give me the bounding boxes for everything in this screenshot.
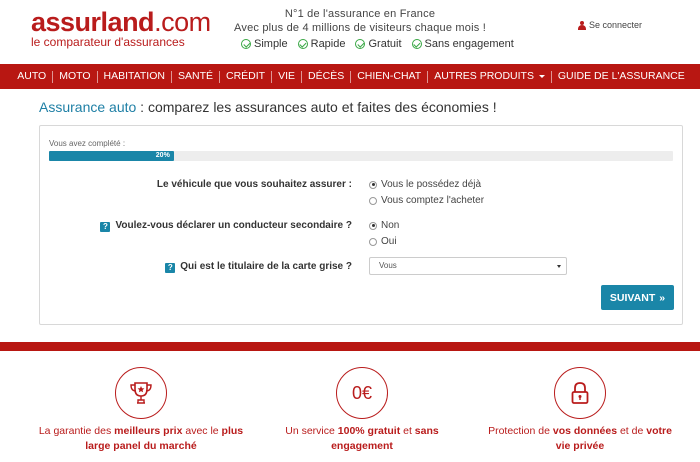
benefits-list: Simple Rapide Gratuit Sans engagement xyxy=(241,38,514,50)
zero-euro-icon: 0€ xyxy=(336,367,388,419)
question-secondary-driver: ? Voulez-vous déclarer un conducteur seco… xyxy=(80,220,352,232)
radio-option-possede[interactable]: Vous le possédez déjà xyxy=(369,179,481,190)
caret-down-icon xyxy=(538,74,545,78)
progress-label: Vous avez complété : xyxy=(49,139,126,148)
site-logo[interactable]: assurland.com le comparateur d'assurance… xyxy=(31,7,211,49)
nav-item-deces[interactable]: DÉCÈS xyxy=(302,64,350,89)
feature-best-price: La garantie des meilleurs prix avec le p… xyxy=(32,367,250,454)
radio-button-checked[interactable] xyxy=(369,180,377,189)
logo-tagline: le comparateur d'assurances xyxy=(31,35,185,49)
feature-privacy: Protection de vos données et de votre vi… xyxy=(482,367,678,454)
feature-best-price-text: La garantie des meilleurs prix avec le p… xyxy=(38,425,244,452)
progress-percent: 20% xyxy=(155,152,170,159)
progress-fill: 20% xyxy=(49,151,174,161)
trophy-icon xyxy=(115,367,167,419)
header-info: N°1 de l'assurance en France Avec plus d… xyxy=(230,7,490,35)
progress-bar: 20% xyxy=(49,151,673,161)
nav-item-guide[interactable]: GUIDE DE L'ASSURANCE xyxy=(552,64,691,89)
caret-down-icon xyxy=(557,265,561,268)
lock-icon xyxy=(554,367,606,419)
radio-button[interactable] xyxy=(369,237,377,246)
nav-item-autres-produits[interactable]: AUTRES PRODUITS xyxy=(428,64,551,89)
benefit-rapide: Rapide xyxy=(297,38,345,50)
titulaire-select[interactable]: Vous xyxy=(369,257,567,275)
site-header: assurland.com le comparateur d'assurance… xyxy=(0,0,700,64)
quote-form: Vous avez complété : 20% Le véhicule que… xyxy=(39,125,683,325)
logo-wordmark: assurland.com xyxy=(31,7,211,37)
double-chevron-right-icon: » xyxy=(659,291,666,304)
page-title: Assurance auto : comparez les assurances… xyxy=(39,99,497,115)
next-button[interactable]: SUIVANT» xyxy=(601,285,674,310)
main-nav: AUTO MOTO HABITATION SANTÉ CRÉDIT VIE DÉ… xyxy=(0,64,700,89)
nav-item-vie[interactable]: VIE xyxy=(272,64,301,89)
nav-item-sante[interactable]: SANTÉ xyxy=(172,64,219,89)
question-titulaire: ? Qui est le titulaire de la carte grise … xyxy=(100,261,352,273)
check-circle-icon xyxy=(297,39,308,49)
radio-option-non[interactable]: Non xyxy=(369,220,399,231)
nav-item-credit[interactable]: CRÉDIT xyxy=(220,64,271,89)
nav-item-chien-chat[interactable]: CHIEN-CHAT xyxy=(351,64,427,89)
benefit-simple: Simple xyxy=(241,38,288,50)
header-line-1: N°1 de l'assurance en France xyxy=(284,8,436,20)
feature-free-service-text: Un service 100% gratuit et sans engageme… xyxy=(285,425,439,452)
check-circle-icon xyxy=(355,39,366,49)
login-label: Se connecter xyxy=(589,20,643,30)
benefit-gratuit: Gratuit xyxy=(355,38,402,50)
help-icon[interactable]: ? xyxy=(100,222,111,232)
nav-item-moto[interactable]: MOTO xyxy=(53,64,96,89)
benefit-sans-engagement: Sans engagement xyxy=(411,38,514,50)
user-icon xyxy=(578,20,586,30)
feature-privacy-text: Protection de vos données et de votre vi… xyxy=(488,425,672,452)
nav-item-auto[interactable]: AUTO xyxy=(11,64,52,89)
divider-bar xyxy=(0,342,700,351)
login-link[interactable]: Se connecter xyxy=(578,20,642,30)
radio-button[interactable] xyxy=(369,196,377,205)
radio-option-acheter[interactable]: Vous comptez l'acheter xyxy=(369,195,484,206)
feature-free-service: 0€ Un service 100% gratuit et sans engag… xyxy=(258,367,466,454)
radio-button-checked[interactable] xyxy=(369,221,377,230)
radio-option-oui[interactable]: Oui xyxy=(369,236,397,247)
question-vehicle-label: Le véhicule que vous souhaitez assurer : xyxy=(156,179,352,190)
check-circle-icon xyxy=(411,39,422,49)
nav-item-habitation[interactable]: HABITATION xyxy=(98,64,171,89)
help-icon[interactable]: ? xyxy=(165,263,176,273)
header-line-2: Avec plus de 4 millions de visiteurs cha… xyxy=(234,22,486,34)
page-title-rest: : comparez les assurances auto et faites… xyxy=(136,99,497,115)
page-title-highlight: Assurance auto xyxy=(39,99,137,115)
check-circle-icon xyxy=(241,39,251,49)
